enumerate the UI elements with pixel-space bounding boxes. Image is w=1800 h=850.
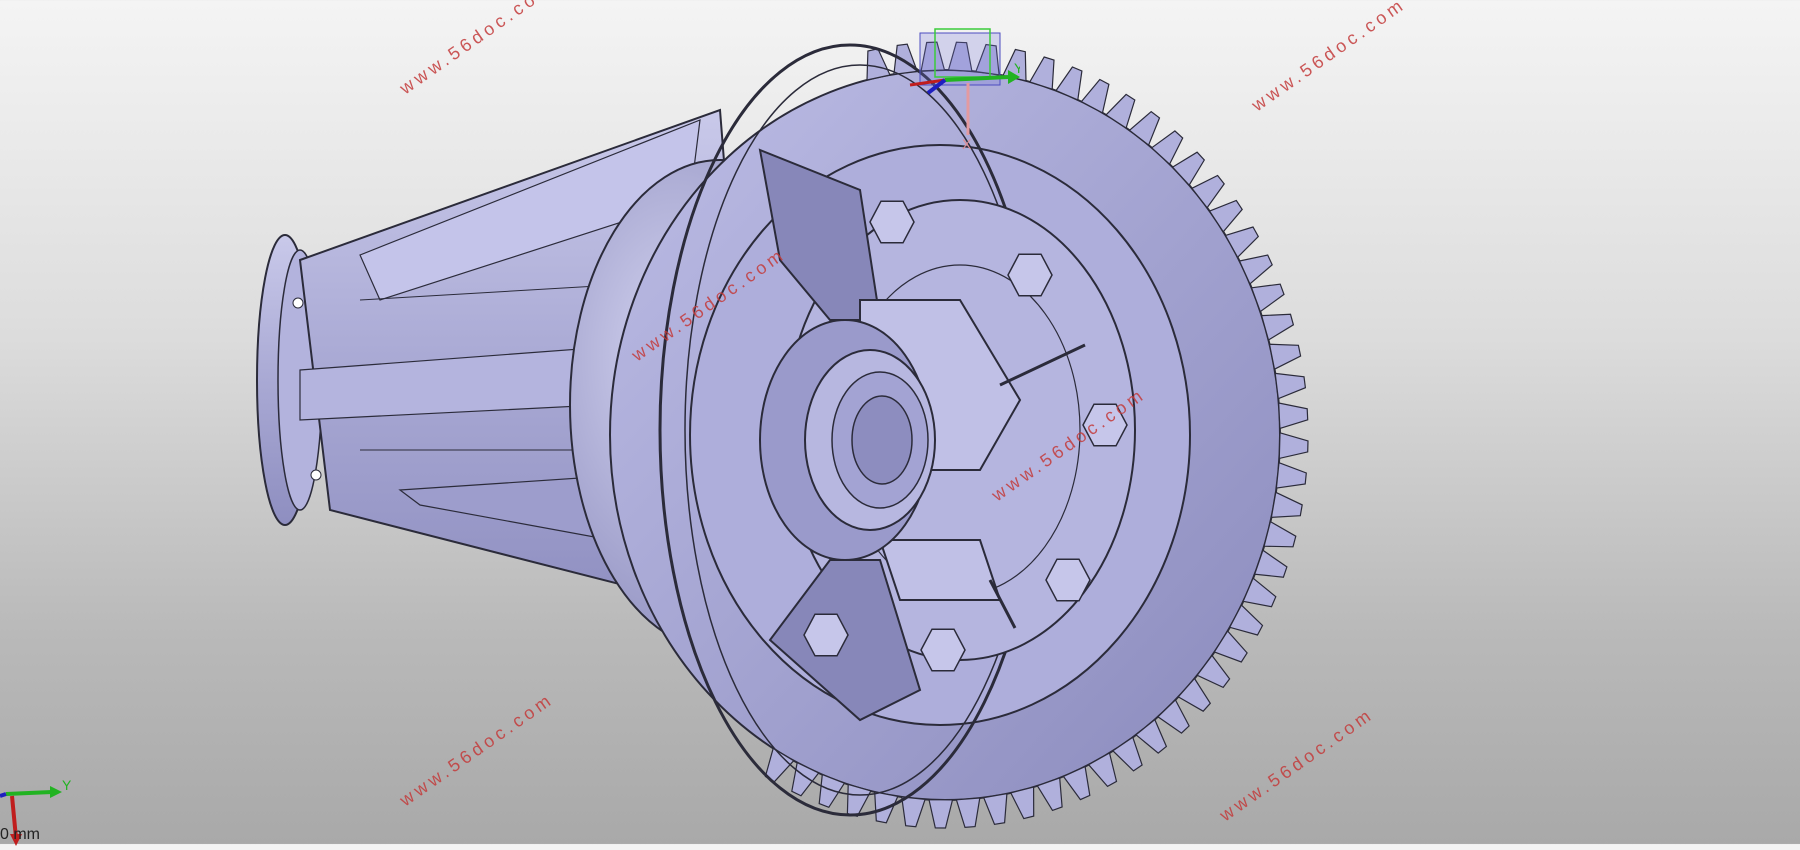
gear-tooth <box>982 792 1008 825</box>
gear-tooth <box>1009 786 1035 820</box>
x-axis-label: X <box>962 136 972 152</box>
gear-tooth <box>1268 343 1302 371</box>
gear-tooth <box>901 796 926 828</box>
gear-tooth <box>1278 432 1309 460</box>
cad-3d-viewport[interactable]: Y X Y 0 mm www.56doc.com www.56doc.com w… <box>0 0 1800 846</box>
scale-indicator: 0 mm <box>0 826 40 843</box>
gear-tooth <box>1270 491 1303 519</box>
gear-tooth <box>1278 402 1309 430</box>
gear-tooth <box>955 797 981 829</box>
y-axis-arrow <box>5 790 53 796</box>
gear-tooth <box>928 798 954 829</box>
gear-tooth <box>1274 372 1307 400</box>
y-axis-label: Y <box>62 777 72 793</box>
y-axis-label: Y <box>1014 60 1020 76</box>
part-axis-triad[interactable]: Y X <box>900 25 1020 155</box>
gear-tooth <box>1275 461 1307 489</box>
gear-tooth <box>1263 520 1297 548</box>
